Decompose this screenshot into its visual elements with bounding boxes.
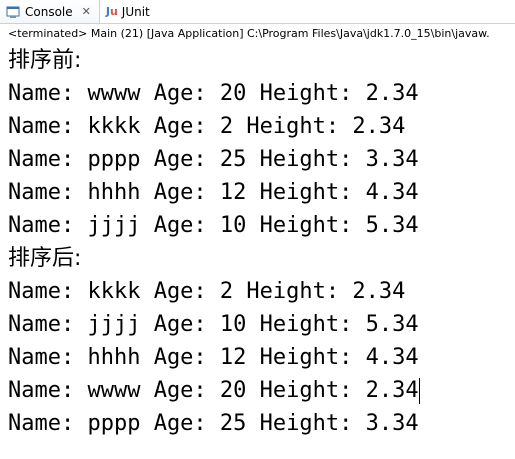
output-line: Name: jjjj Age: 10 Height: 5.34: [8, 213, 419, 238]
output-line: Name: kkkk Age: 2 Height: 2.34: [8, 279, 406, 304]
before-heading: 排序前:: [8, 48, 82, 73]
output-line: Name: hhhh Age: 12 Height: 4.34: [8, 180, 419, 205]
output-line: Name: wwww Age: 20 Height: 2.34: [8, 81, 419, 106]
tab-console-label: Console: [25, 4, 73, 19]
output-line: Name: kkkk Age: 2 Height: 2.34: [8, 114, 406, 139]
output-line: Name: jjjj Age: 10 Height: 5.34: [8, 312, 419, 337]
output-line-with-cursor: Name: wwww Age: 20 Height: 2.34: [8, 374, 515, 407]
console-output[interactable]: 排序前: Name: wwww Age: 20 Height: 2.34 Nam…: [0, 44, 515, 440]
tab-junit-label: JUnit: [121, 4, 150, 19]
output-line-text: Name: wwww Age: 20 Height: 2.34: [8, 378, 419, 403]
view-tab-bar: Console ✕ Ju JUnit: [0, 0, 515, 24]
output-line: Name: hhhh Age: 12 Height: 4.34: [8, 345, 419, 370]
output-line: Name: pppp Age: 25 Height: 3.34: [8, 147, 419, 172]
output-line: Name: pppp Age: 25 Height: 3.34: [8, 411, 419, 436]
tab-junit[interactable]: Ju JUnit: [100, 0, 158, 23]
console-icon: [6, 5, 20, 19]
close-icon[interactable]: ✕: [82, 6, 91, 17]
console-status-line: <terminated> Main (21) [Java Application…: [8, 27, 490, 40]
after-heading: 排序后:: [8, 246, 82, 271]
tab-console[interactable]: Console ✕: [0, 0, 100, 23]
junit-icon: Ju: [105, 5, 118, 18]
text-cursor: [418, 378, 420, 404]
